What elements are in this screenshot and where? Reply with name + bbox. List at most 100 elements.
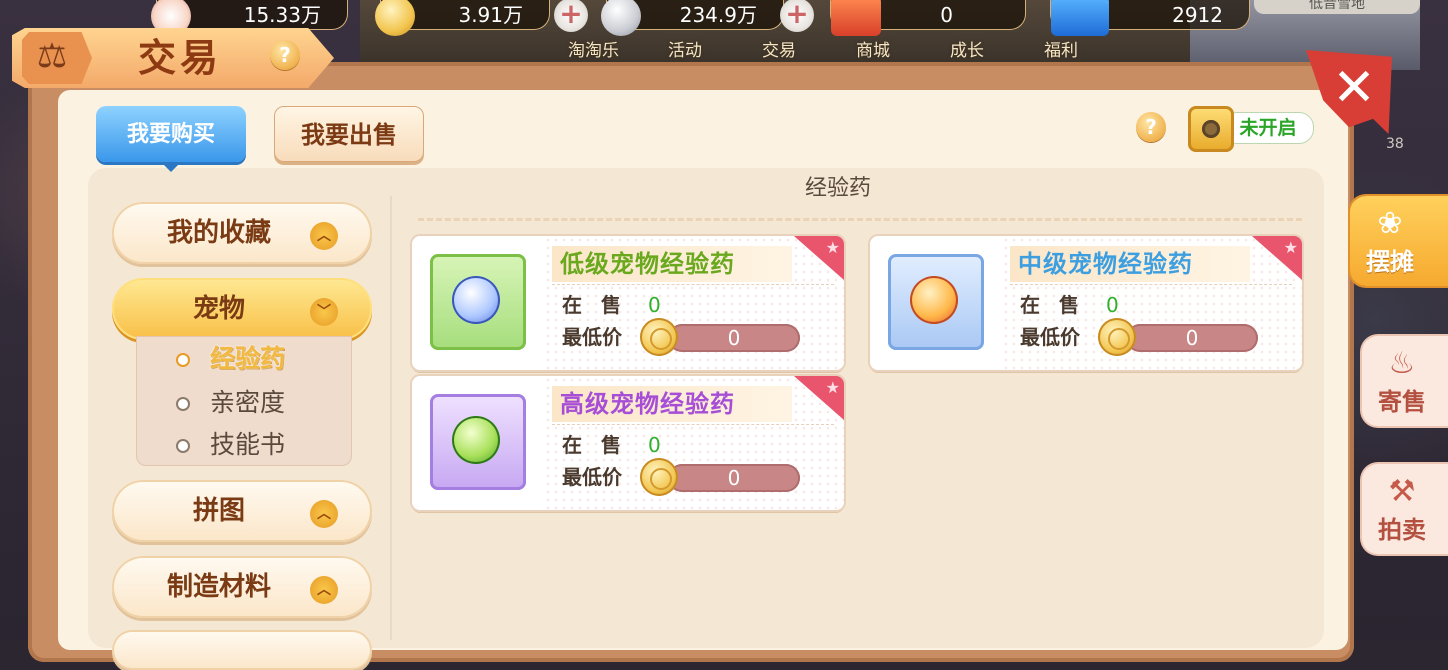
chevron-up-icon: ︿: [310, 500, 338, 528]
menu-item-label: 制造材料: [166, 572, 271, 602]
item-card[interactable]: ★ 高级宠物经验药 在 售 0 最低价 0: [412, 376, 844, 510]
tab-sell[interactable]: 我要出售: [274, 106, 424, 162]
close-icon: ✕: [1332, 58, 1376, 118]
resource-value: 2912: [1172, 3, 1223, 27]
category-divider: [418, 218, 1302, 221]
item-icon-frame: [430, 394, 526, 490]
submenu-item-exp[interactable]: 经验药: [136, 338, 352, 380]
nav-item[interactable]: 福利: [1044, 36, 1078, 61]
category-title: 经验药: [804, 176, 871, 201]
resource-gold: 3.91万: [375, 0, 550, 36]
exp-potion-high-icon: [452, 416, 500, 464]
side-tab-consign[interactable]: ♨ 寄售: [1362, 336, 1448, 426]
nav-item[interactable]: 交易: [762, 36, 796, 61]
on-sale-count: 0: [648, 433, 661, 457]
side-tab-stall[interactable]: ❀ 摆摊: [1350, 196, 1448, 286]
gold-coin-icon: [640, 318, 678, 356]
bullet-icon: [178, 441, 188, 451]
side-tab-label: 摆摊: [1366, 247, 1414, 276]
submenu-item-intimacy[interactable]: 亲密度: [136, 382, 352, 424]
add-silver-button[interactable]: +: [780, 0, 814, 32]
item-name: 中级宠物经验药: [1018, 249, 1193, 278]
exp-potion-low-icon: [452, 276, 500, 324]
money-bag-icon: ♨: [1388, 346, 1416, 381]
vault-help-icon[interactable]: ?: [1136, 112, 1166, 142]
resource-value: 15.33万: [243, 3, 321, 27]
tab-buy[interactable]: 我要购买: [96, 106, 246, 172]
item-icon-frame: [430, 254, 526, 350]
scale-icon: ⚖: [36, 36, 68, 76]
submenu-label: 技能书: [210, 430, 286, 459]
side-tab-auction[interactable]: ⚒ 拍卖: [1362, 464, 1448, 554]
gavel-icon: ⚒: [1388, 474, 1416, 509]
side-tab-label: 拍卖: [1378, 515, 1426, 544]
menu-item-label: 宠物: [192, 294, 245, 324]
vault-dial: [1202, 120, 1220, 138]
submenu-label: 亲密度: [210, 388, 286, 417]
location-label: 低音雪地: [1254, 0, 1420, 14]
on-sale-label: 在 售: [562, 433, 627, 457]
menu-item-materials[interactable]: 制造材料 ︿: [112, 556, 372, 618]
on-sale-label: 在 售: [1020, 293, 1085, 317]
nav-item[interactable]: 成长: [950, 36, 984, 61]
gold-coin-icon: [375, 0, 415, 36]
nav-item[interactable]: 商城: [856, 36, 890, 61]
menu-item-label: 我的收藏: [166, 218, 271, 248]
vault-status: 未开启: [1222, 112, 1314, 144]
menu-item-favorites[interactable]: 我的收藏 ︿: [112, 202, 372, 264]
lowest-price-value: 0: [668, 324, 800, 352]
help-icon[interactable]: ?: [270, 40, 300, 70]
resource-paw-points: 15.33万: [151, 0, 348, 36]
resource-value: 0: [940, 3, 953, 27]
menu-item-next[interactable]: [112, 630, 372, 670]
bullet-icon: [178, 355, 188, 365]
lowest-price-value: 0: [1126, 324, 1258, 352]
bullet-icon: [178, 399, 188, 409]
star-icon: ★: [825, 378, 840, 397]
star-ticket-icon: [1051, 0, 1109, 36]
add-gold-button[interactable]: +: [554, 0, 588, 32]
nav-item[interactable]: 活动: [668, 36, 702, 61]
nav-item[interactable]: 淘淘乐: [568, 36, 619, 61]
gold-coin-icon: [1098, 318, 1136, 356]
submenu-pet: 经验药 亲密度 技能书: [136, 336, 352, 466]
ticket-icon: [831, 0, 881, 36]
chevron-up-icon: ︿: [310, 222, 338, 250]
side-badge: 38: [1386, 136, 1404, 152]
star-icon: ★: [1283, 238, 1298, 257]
gold-coin-icon: [640, 458, 678, 496]
resource-value: 234.9万: [679, 3, 757, 27]
side-tab-label: 寄售: [1378, 387, 1426, 416]
top-nav: 淘淘乐 活动 交易 商城 成长 福利: [548, 36, 1108, 62]
flower-icon: ❀: [1377, 206, 1403, 241]
resource-tickets: 0: [830, 0, 1026, 36]
lowest-price-label: 最低价: [1020, 325, 1080, 349]
lowest-price-label: 最低价: [562, 325, 622, 349]
card-separator: [552, 284, 834, 286]
item-card[interactable]: ★ 低级宠物经验药 在 售 0 最低价 0: [412, 236, 844, 370]
star-icon: ★: [825, 238, 840, 257]
item-icon-frame: [888, 254, 984, 350]
item-name: 低级宠物经验药: [560, 249, 735, 278]
page-title: 交易: [138, 35, 223, 80]
chevron-up-icon: ︿: [310, 576, 338, 604]
exp-potion-mid-icon: [910, 276, 958, 324]
title-tab: ⚖ 交易 ?: [12, 28, 334, 88]
lowest-price-label: 最低价: [562, 465, 622, 489]
vault-icon[interactable]: [1188, 106, 1234, 152]
on-sale-count: 0: [648, 293, 661, 317]
item-name: 高级宠物经验药: [560, 389, 735, 418]
lowest-price-value: 0: [668, 464, 800, 492]
on-sale-label: 在 售: [562, 293, 627, 317]
submenu-item-skillbook[interactable]: 技能书: [136, 424, 352, 466]
card-separator: [1010, 284, 1292, 286]
submenu-label: 经验药: [210, 344, 286, 373]
chevron-down-icon: ﹀: [310, 298, 338, 326]
item-card[interactable]: ★ 中级宠物经验药 在 售 0 最低价 0: [870, 236, 1302, 370]
menu-divider: [390, 196, 392, 640]
resource-silver: 234.9万: [601, 0, 784, 36]
menu-item-pet[interactable]: 宠物 ﹀: [112, 278, 372, 340]
silver-coin-icon: [601, 0, 641, 36]
menu-item-puzzle[interactable]: 拼图 ︿: [112, 480, 372, 542]
resource-value: 3.91万: [458, 3, 523, 27]
